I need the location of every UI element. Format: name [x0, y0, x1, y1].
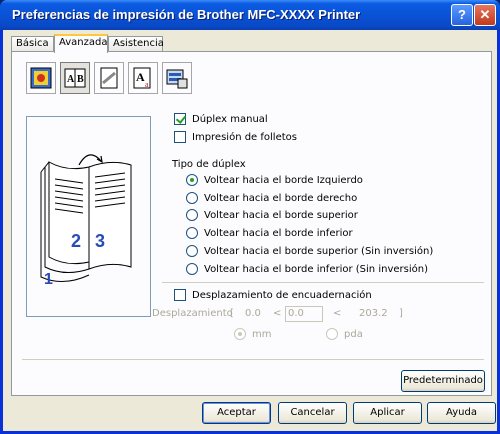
duplex-preview: 1 2 3 — [26, 116, 151, 317]
restore-defaults-button[interactable]: Predeterminado — [401, 370, 485, 392]
page-setting-icon: A a — [133, 67, 151, 89]
print-quality-icon — [30, 67, 52, 89]
svg-text:A: A — [67, 74, 75, 85]
unit-mm-label: mm — [252, 329, 272, 340]
tab-asistencia[interactable]: Asistencia — [108, 36, 164, 52]
offset-label: Desplazamiento — [152, 308, 233, 319]
radio-inch[interactable] — [326, 328, 338, 340]
radio-mm[interactable] — [234, 328, 246, 340]
duplex-option-bottom-label: Voltear hacia el borde inferior — [204, 228, 353, 239]
range-close-bracket: ] — [399, 308, 403, 319]
title-bar[interactable]: Preferencias de impresión de Brother MFC… — [0, 0, 500, 30]
page-number-2: 2 — [71, 231, 81, 251]
watermark-button[interactable] — [94, 62, 124, 94]
unit-inch-label: pda — [344, 329, 363, 340]
help-button[interactable]: Ayuda — [427, 402, 496, 424]
range-min: 0.0 — [245, 308, 261, 319]
tab-avanzada[interactable]: Avanzada — [54, 34, 108, 53]
apply-button[interactable]: Aplicar — [353, 402, 422, 424]
duplex-icon: A B — [64, 68, 86, 88]
printing-preferences-window: Preferencias de impresión de Brother MFC… — [0, 0, 500, 434]
device-options-icon — [166, 69, 188, 89]
range-open-bracket: [ — [230, 308, 234, 319]
manual-duplex-checkmark[interactable] — [174, 113, 186, 125]
booklet-checkbox-box[interactable] — [174, 131, 186, 143]
booklet-printing-label: Impresión de folletos — [192, 132, 297, 143]
less-than-1: < — [273, 308, 282, 319]
manual-duplex-label: Dúplex manual — [192, 114, 268, 125]
binding-offset-box[interactable] — [174, 289, 186, 301]
radio-right-edge[interactable] — [186, 192, 198, 204]
separator — [162, 282, 484, 283]
duplex-option-top-no-flip-label: Voltear hacia el borde superior (Sin inv… — [204, 246, 434, 257]
offset-value-input[interactable]: 0.0 — [285, 306, 323, 322]
radio-bottom-edge[interactable] — [186, 227, 198, 239]
watermark-icon — [100, 67, 118, 89]
help-title-button[interactable]: ? — [451, 4, 473, 26]
device-options-button[interactable] — [162, 62, 192, 94]
duplex-button[interactable]: A B — [60, 62, 90, 94]
radio-left-edge[interactable] — [186, 174, 198, 186]
svg-text:A: A — [136, 70, 145, 84]
advanced-tab-panel: A B A a 1 2 3 Dúplex manual Impresión de… — [11, 51, 492, 396]
page-number-3: 3 — [95, 231, 105, 251]
ok-button[interactable]: Aceptar — [202, 402, 271, 424]
duplex-option-right-label: Voltear hacia el borde derecho — [204, 193, 358, 204]
duplex-option-left-label: Voltear hacia el borde Izquierdo — [204, 175, 363, 186]
window-title: Preferencias de impresión de Brother MFC… — [12, 7, 361, 22]
less-than-2: < — [333, 308, 342, 319]
cancel-button[interactable]: Cancelar — [278, 402, 347, 424]
tab-basica[interactable]: Básica — [11, 36, 54, 52]
range-max: 203.2 — [359, 308, 388, 319]
svg-text:a: a — [145, 80, 149, 89]
duplex-type-heading: Tipo de dúplex — [172, 159, 246, 170]
duplex-option-bottom-no-flip-label: Voltear hacia el borde inferior (Sin inv… — [204, 264, 428, 275]
close-button[interactable]: ✕ — [474, 4, 496, 26]
page-setting-button[interactable]: A a — [128, 62, 158, 94]
bottom-separator — [22, 359, 484, 360]
radio-top-no-flip[interactable] — [186, 245, 198, 257]
radio-bottom-no-flip[interactable] — [186, 263, 198, 275]
svg-text:B: B — [77, 74, 84, 85]
binding-offset-label: Desplazamiento de encuadernación — [192, 290, 372, 301]
print-quality-button[interactable] — [26, 62, 56, 94]
duplex-option-top-label: Voltear hacia el borde superior — [204, 210, 358, 221]
booklet-preview-image: 1 2 3 — [40, 154, 132, 288]
page-number-1: 1 — [44, 271, 53, 288]
radio-top-edge[interactable] — [186, 209, 198, 221]
